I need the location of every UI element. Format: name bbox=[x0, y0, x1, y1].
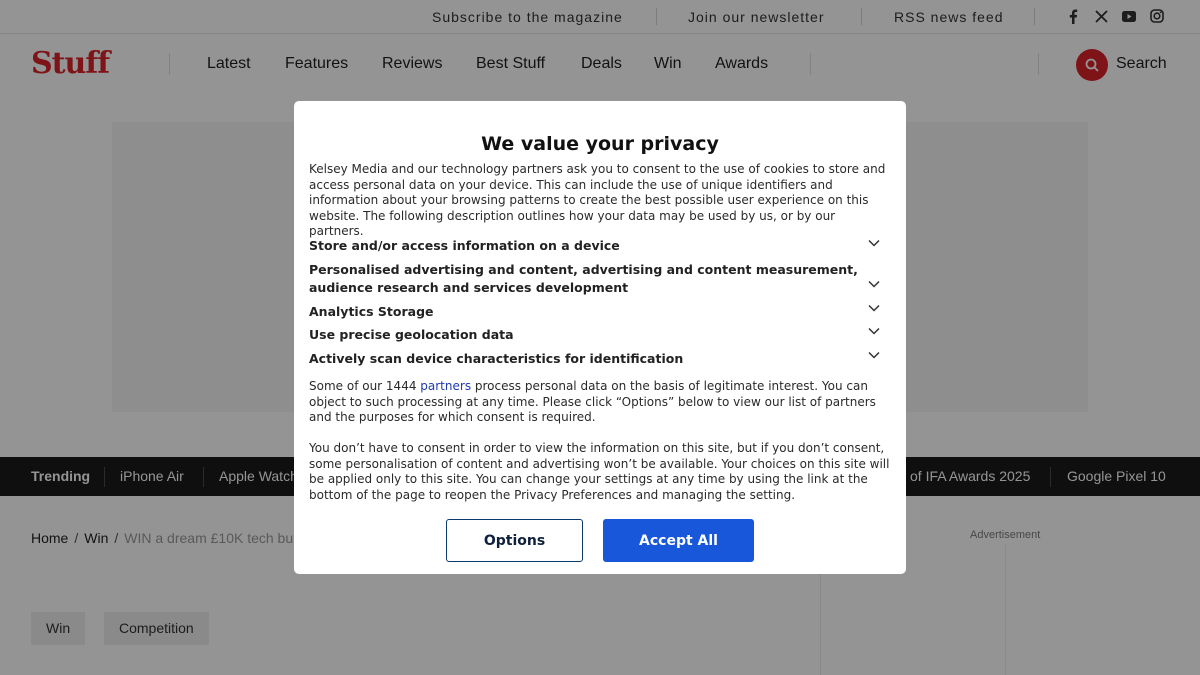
purpose-item[interactable]: Personalised advertising and content, ad… bbox=[309, 261, 869, 296]
consent-intro: Kelsey Media and our technology partners… bbox=[309, 162, 886, 238]
purpose-item[interactable]: Store and/or access information on a dev… bbox=[309, 237, 869, 255]
legitimate-interest-text: Some of our 1444 partners process person… bbox=[309, 379, 876, 424]
options-button[interactable]: Options bbox=[446, 519, 583, 562]
dialog-title: We value your privacy bbox=[481, 133, 719, 155]
privacy-consent-dialog: We value your privacy Kelsey Media and o… bbox=[294, 101, 906, 574]
purpose-item[interactable]: Actively scan device characteristics for… bbox=[309, 350, 869, 368]
chevron-down-icon[interactable] bbox=[868, 239, 880, 247]
chevron-down-icon[interactable] bbox=[868, 327, 880, 335]
chevron-down-icon[interactable] bbox=[868, 351, 880, 359]
no-consent-text: You don’t have to consent in order to vi… bbox=[309, 441, 890, 502]
purpose-item[interactable]: Analytics Storage bbox=[309, 303, 869, 321]
chevron-down-icon[interactable] bbox=[868, 280, 880, 288]
purpose-item[interactable]: Use precise geolocation data bbox=[309, 326, 869, 344]
chevron-down-icon[interactable] bbox=[868, 304, 880, 312]
accept-all-button[interactable]: Accept All bbox=[603, 519, 754, 562]
partners-link[interactable]: partners bbox=[420, 379, 471, 393]
